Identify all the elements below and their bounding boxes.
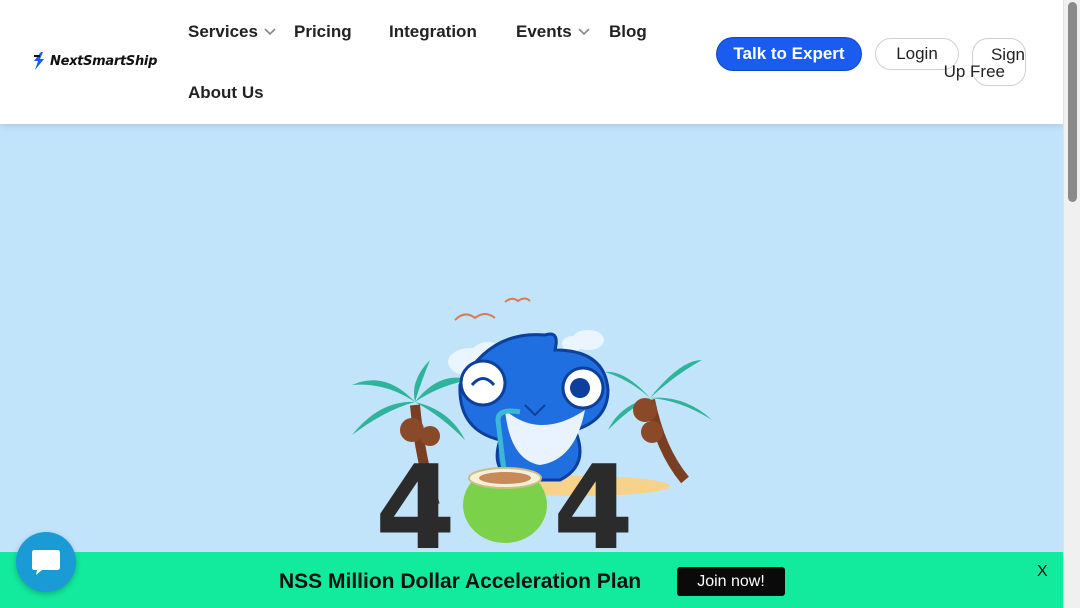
close-icon[interactable]: X — [1037, 563, 1048, 581]
brand-name: NextSmartShip — [50, 53, 158, 69]
chevron-down-icon — [264, 28, 276, 36]
nav-services-label: Services — [188, 22, 258, 41]
site-header: NextSmartShip Services Pricing Integrati… — [0, 0, 1063, 124]
error-404-illustration: 4 4 — [352, 297, 712, 560]
nav-pricing-label: Pricing — [294, 22, 352, 41]
sign-up-line-2: Up Free — [943, 62, 1005, 81]
page-scrollbar[interactable] — [1063, 0, 1080, 608]
nav-integration[interactable]: Integration — [389, 22, 477, 42]
nav-services[interactable]: Services — [188, 22, 276, 42]
talk-to-expert-button[interactable]: Talk to Expert — [717, 38, 861, 70]
seagull-icon — [454, 297, 531, 321]
chat-launcher-button[interactable] — [16, 532, 76, 592]
nav-events[interactable]: Events — [516, 22, 590, 42]
promo-banner: NSS Million Dollar Acceleration Plan — [0, 552, 1063, 608]
coconut-drink — [463, 467, 547, 543]
error-digit-left: 4 — [375, 441, 456, 560]
site-logo[interactable]: NextSmartShip — [32, 52, 157, 70]
page-viewport: NextSmartShip Services Pricing Integrati… — [0, 0, 1063, 608]
chevron-down-icon — [578, 28, 590, 36]
nav-events-label: Events — [516, 22, 572, 41]
nav-about-us[interactable]: About Us — [188, 83, 264, 103]
chat-bubble-icon — [32, 550, 60, 575]
logo-bolt-icon — [34, 52, 44, 70]
promo-text: NSS Million Dollar Acceleration Plan — [279, 570, 642, 593]
error-digit-right: 4 — [553, 441, 634, 560]
scrollbar-thumb[interactable] — [1068, 2, 1077, 202]
nav-integration-label: Integration — [389, 22, 477, 41]
join-now-button[interactable]: Join now! — [677, 567, 785, 596]
sign-up-free-button[interactable]: Sign Up Free — [944, 38, 1026, 86]
nav-pricing[interactable]: Pricing — [294, 22, 352, 42]
nav-blog-label: Blog — [609, 22, 647, 41]
nav-blog[interactable]: Blog — [609, 22, 647, 42]
nav-about-label: About Us — [188, 83, 264, 102]
